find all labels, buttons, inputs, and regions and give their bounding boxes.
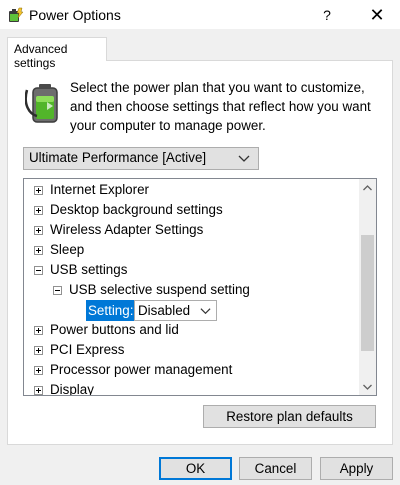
expand-plus-icon[interactable] xyxy=(34,226,43,235)
tree-item-label: Internet Explorer xyxy=(50,182,149,197)
expand-plus-icon[interactable] xyxy=(34,366,43,375)
tree-item-processor-power[interactable]: Processor power management xyxy=(24,360,354,380)
tree-item-usb-settings[interactable]: USB settings xyxy=(24,260,354,280)
expand-plus-icon[interactable] xyxy=(34,386,43,395)
close-button[interactable]: ✕ xyxy=(354,0,400,30)
collapse-minus-icon[interactable] xyxy=(34,266,43,275)
tree-item-pci-express[interactable]: PCI Express xyxy=(24,340,354,360)
setting-label: Setting: xyxy=(86,300,134,321)
vertical-scrollbar[interactable] xyxy=(359,179,376,395)
tab-advanced-settings[interactable]: Advanced settings xyxy=(7,37,107,70)
scroll-down-button[interactable] xyxy=(359,378,376,395)
power-plan-value: Ultimate Performance [Active] xyxy=(29,150,207,165)
tree-item-label: USB selective suspend setting xyxy=(69,282,250,297)
tree-item-power-buttons[interactable]: Power buttons and lid xyxy=(24,320,354,340)
description-text: Select the power plan that you want to c… xyxy=(70,80,371,133)
expand-plus-icon[interactable] xyxy=(34,246,43,255)
chevron-down-icon xyxy=(238,155,250,162)
cancel-button[interactable]: Cancel xyxy=(239,457,312,480)
help-button[interactable]: ? xyxy=(304,0,350,30)
setting-value-select[interactable]: Disabled xyxy=(134,300,217,321)
tree-item-label: Processor power management xyxy=(50,362,233,377)
power-plan-select[interactable]: Ultimate Performance [Active] xyxy=(23,147,259,170)
tree-item-label: USB settings xyxy=(50,262,128,277)
tree-item-label: Wireless Adapter Settings xyxy=(50,222,204,237)
window-title: Power Options xyxy=(29,7,121,23)
tree-item-label: Display xyxy=(50,382,94,396)
tree-item-internet-explorer[interactable]: Internet Explorer xyxy=(24,180,354,200)
tree-item-sleep[interactable]: Sleep xyxy=(24,240,354,260)
chevron-down-icon xyxy=(363,384,372,390)
battery-power-icon xyxy=(25,84,58,123)
power-options-icon xyxy=(9,7,24,22)
expand-plus-icon[interactable] xyxy=(34,186,43,195)
expand-plus-icon[interactable] xyxy=(34,326,43,335)
settings-tree[interactable]: Internet Explorer Desktop background set… xyxy=(23,178,377,396)
tree-item-label: Desktop background settings xyxy=(50,202,223,217)
tree-item-label: PCI Express xyxy=(50,342,125,357)
apply-button[interactable]: Apply xyxy=(320,457,393,480)
chevron-up-icon xyxy=(363,184,372,190)
title-bar: Power Options ? ✕ xyxy=(0,0,400,30)
scroll-up-button[interactable] xyxy=(359,179,376,196)
tree-item-label: Sleep xyxy=(50,242,85,257)
setting-value: Disabled xyxy=(138,303,191,318)
tree-item-wireless-adapter[interactable]: Wireless Adapter Settings xyxy=(24,220,354,240)
tree-item-desktop-background[interactable]: Desktop background settings xyxy=(24,200,354,220)
tree-item-label: Power buttons and lid xyxy=(50,322,179,337)
expand-plus-icon[interactable] xyxy=(34,206,43,215)
scrollbar-thumb[interactable] xyxy=(361,235,374,351)
ok-button[interactable]: OK xyxy=(159,457,232,480)
tree-item-display[interactable]: Display xyxy=(24,380,354,396)
chevron-down-icon xyxy=(200,308,211,315)
restore-plan-defaults-button[interactable]: Restore plan defaults xyxy=(203,405,376,428)
collapse-minus-icon[interactable] xyxy=(53,286,62,295)
tree-item-usb-selective-suspend[interactable]: USB selective suspend setting xyxy=(24,280,354,300)
expand-plus-icon[interactable] xyxy=(34,346,43,355)
